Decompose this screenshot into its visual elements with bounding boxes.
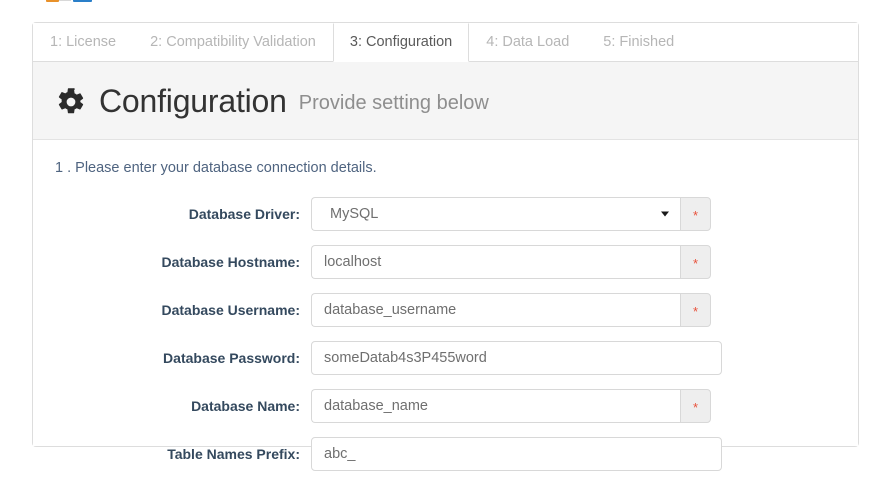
input-group-database-username: database_username * — [311, 293, 711, 327]
installer-page: 1: License 2: Compatibility Validation 3: … — [0, 0, 891, 501]
wizard-tab-label: 3: Configuration — [350, 35, 452, 50]
label-database-password: Database Password: — [33, 350, 311, 366]
form-row-database-password: Database Password: someDatab4s3P455word — [33, 334, 858, 382]
input-group-database-hostname: localhost * — [311, 245, 711, 279]
wizard-tab-5[interactable]: 5: Finished — [586, 23, 691, 61]
asterisk-icon: * — [693, 401, 698, 414]
input-value-database-username: database_username — [324, 302, 456, 318]
logo-orange-block — [46, 0, 59, 2]
required-marker-database-hostname: * — [680, 245, 711, 279]
form-instruction: 1 . Please enter your database connectio… — [55, 160, 858, 176]
wizard-tab-4[interactable]: 4: Data Load — [469, 23, 586, 61]
form-row-database-name: Database Name: database_name * — [33, 382, 858, 430]
input-database-name[interactable]: database_name — [311, 389, 680, 423]
input-group-database-driver: MySQL * — [311, 197, 711, 231]
input-database-hostname[interactable]: localhost — [311, 245, 680, 279]
input-value-table-names-prefix: abc_ — [324, 446, 355, 462]
form-row-table-names-prefix: Table Names Prefix: abc_ — [33, 430, 858, 478]
input-value-database-hostname: localhost — [324, 254, 381, 270]
input-group-database-name: database_name * — [311, 389, 711, 423]
input-value-database-name: database_name — [324, 398, 428, 414]
wizard-tab-label: 5: Finished — [603, 35, 674, 50]
form-row-database-driver: Database Driver:MySQL * — [33, 190, 858, 238]
label-database-name: Database Name: — [33, 398, 311, 414]
page-header: Configuration Provide setting below — [33, 62, 858, 140]
input-value-database-password: someDatab4s3P455word — [324, 350, 487, 366]
wizard-tabs: 1: License 2: Compatibility Validation 3: … — [33, 23, 858, 62]
app-logo — [46, 0, 92, 3]
gear-icon — [55, 86, 87, 118]
label-database-hostname: Database Hostname: — [33, 254, 311, 270]
asterisk-icon: * — [693, 257, 698, 270]
input-group-database-password: someDatab4s3P455word — [311, 341, 722, 375]
asterisk-icon: * — [693, 305, 698, 318]
form-rows: Database Driver:MySQL * Database Hostname:… — [33, 190, 858, 478]
page-subtitle: Provide setting below — [299, 93, 489, 113]
input-database-username[interactable]: database_username — [311, 293, 680, 327]
page-title: Configuration — [99, 85, 287, 117]
label-table-names-prefix: Table Names Prefix: — [33, 446, 311, 462]
wizard-tab-2[interactable]: 2: Compatibility Validation — [133, 23, 333, 61]
logo-gray-block — [59, 0, 71, 1]
select-value-database-driver: MySQL — [312, 206, 378, 222]
input-database-password[interactable]: someDatab4s3P455word — [311, 341, 722, 375]
label-database-driver: Database Driver: — [33, 206, 311, 222]
logo-blue-block — [73, 0, 92, 2]
wizard-tab-label: 2: Compatibility Validation — [150, 35, 316, 50]
wizard-tab-label: 4: Data Load — [486, 35, 569, 50]
form-row-database-username: Database Username: database_username * — [33, 286, 858, 334]
chevron-down-icon — [661, 212, 669, 217]
required-marker-database-name: * — [680, 389, 711, 423]
input-table-names-prefix[interactable]: abc_ — [311, 437, 722, 471]
asterisk-icon: * — [693, 209, 698, 222]
wizard-tab-1[interactable]: 1: License — [33, 23, 133, 61]
configuration-form: 1 . Please enter your database connectio… — [33, 140, 858, 446]
required-marker-database-driver: * — [680, 197, 711, 231]
label-database-username: Database Username: — [33, 302, 311, 318]
wizard-tab-label: 1: License — [50, 35, 116, 50]
input-group-table-names-prefix: abc_ — [311, 437, 722, 471]
select-database-driver[interactable]: MySQL — [311, 197, 680, 231]
form-row-database-hostname: Database Hostname: localhost * — [33, 238, 858, 286]
wizard-tab-3[interactable]: 3: Configuration — [333, 23, 469, 62]
required-marker-database-username: * — [680, 293, 711, 327]
wizard-panel: 1: License 2: Compatibility Validation 3: … — [32, 22, 859, 447]
